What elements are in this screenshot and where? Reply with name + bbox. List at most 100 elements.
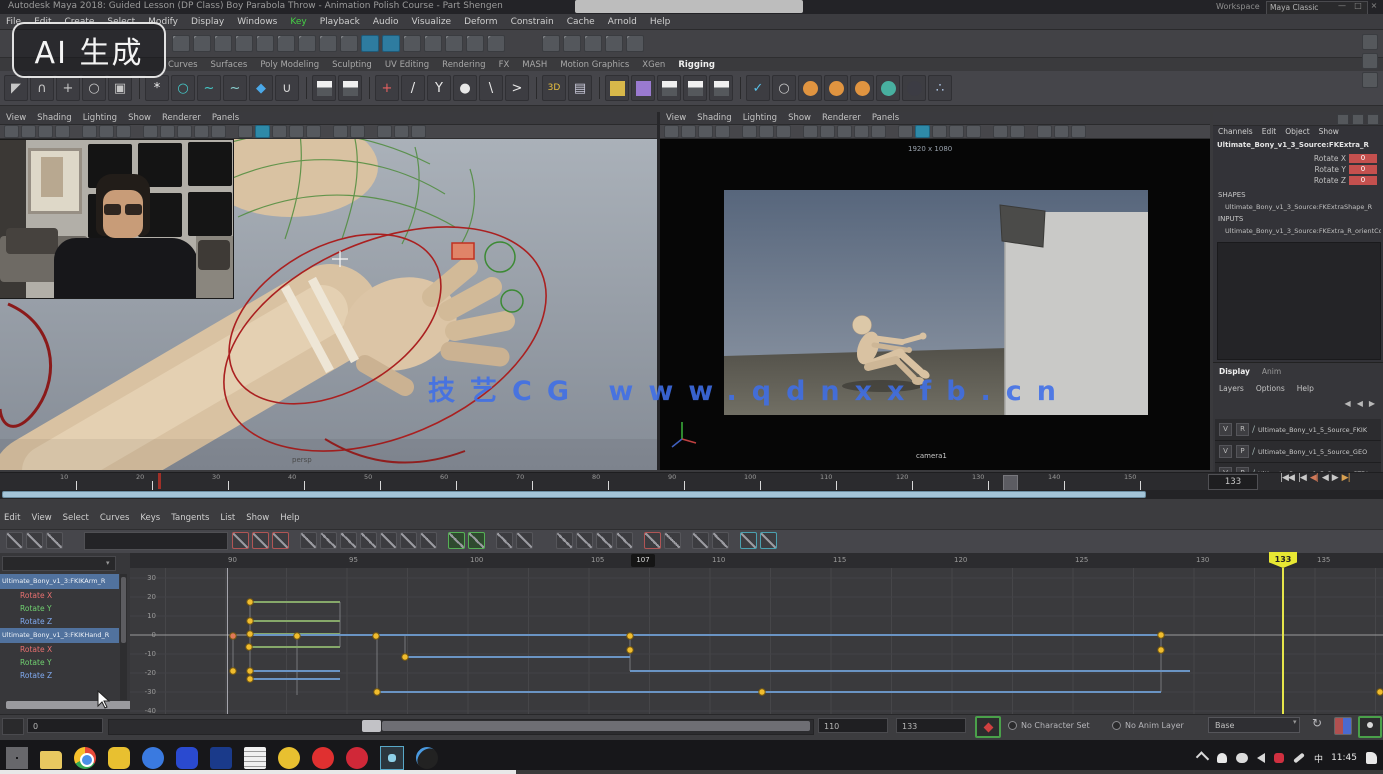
snap-to-view-plane-icon[interactable] — [340, 35, 358, 52]
menu-shading[interactable]: Shading — [697, 113, 732, 123]
grid-icon[interactable] — [803, 125, 818, 138]
menu-fx[interactable]: FX — [499, 60, 510, 70]
ep-curve-icon[interactable]: * — [145, 75, 169, 101]
paint-weights-icon[interactable]: ● — [453, 75, 477, 101]
range-slider-range[interactable] — [382, 721, 810, 731]
2d-pan-zoom-icon[interactable] — [759, 125, 774, 138]
ipr-render-icon[interactable] — [584, 35, 602, 52]
render-current-frame-icon[interactable] — [563, 35, 581, 52]
snap-to-point-icon[interactable] — [298, 35, 316, 52]
isolate-select-icon[interactable] — [1037, 125, 1052, 138]
particles-icon[interactable]: ∴ — [928, 75, 952, 101]
motion-blur-icon[interactable] — [1010, 125, 1025, 138]
layer-type-toggle[interactable]: R — [1236, 423, 1249, 436]
center-view-icon[interactable] — [496, 532, 513, 549]
playback-loop-icon[interactable]: ↻ — [1312, 716, 1322, 730]
taskbar-edge[interactable] — [416, 747, 438, 769]
ge-insert-key-icon[interactable] — [26, 532, 43, 549]
unmute-channel-icon[interactable] — [664, 532, 681, 549]
ramp-material-icon[interactable] — [876, 75, 900, 101]
film-gate-icon[interactable] — [820, 125, 835, 138]
grid-icon[interactable] — [143, 125, 158, 138]
lasso-tool-icon[interactable]: ∩ — [30, 75, 54, 101]
isolate-select-icon[interactable] — [377, 125, 392, 138]
textured-icon[interactable] — [932, 125, 947, 138]
use-all-lights-icon[interactable] — [289, 125, 304, 138]
dope-sheet-icon[interactable] — [556, 532, 573, 549]
graph-editor-vscrollbar-handle[interactable] — [121, 577, 126, 643]
layer-tab-anim[interactable]: Anim — [1262, 367, 1281, 376]
snap-keys-icon[interactable] — [516, 532, 533, 549]
menu-tangents[interactable]: Tangents — [171, 513, 209, 523]
ge-outliner-channel[interactable]: Rotate X — [0, 589, 119, 602]
bind-skin-icon[interactable]: Y — [427, 75, 451, 101]
ge-outliner-object[interactable]: Ultimate_Bony_v1_3:FKIKHand_R — [0, 628, 119, 643]
clamped-tangents-icon[interactable] — [252, 532, 269, 549]
menu-curves[interactable]: Curves — [100, 513, 130, 523]
character-set-radio[interactable] — [1008, 721, 1017, 730]
playback-end-field[interactable]: 110 — [818, 718, 888, 733]
attribute-editor-toggle-icon[interactable] — [1362, 53, 1378, 69]
script-editor-icon[interactable] — [1334, 717, 1352, 735]
graph-editor-current-frame-line[interactable] — [1282, 568, 1284, 714]
panel-options-icon[interactable] — [1367, 114, 1379, 125]
orient-joint-icon[interactable]: > — [505, 75, 529, 101]
taskbar-app-yellow[interactable] — [278, 747, 300, 769]
channel-value-field[interactable]: 0 — [1349, 176, 1377, 185]
channel-box-toggle-icon[interactable] — [1362, 34, 1378, 50]
tray-wechat-icon[interactable] — [1236, 753, 1248, 763]
menu-list[interactable]: List — [220, 513, 235, 523]
input-connections-icon[interactable] — [466, 35, 484, 52]
selection-mask-object-icon[interactable] — [214, 35, 232, 52]
resolution-gate-icon[interactable] — [837, 125, 852, 138]
lambert-material-icon[interactable] — [850, 75, 874, 101]
menu-lighting[interactable]: Lighting — [83, 113, 117, 123]
menu-show[interactable]: Show — [246, 513, 269, 523]
range-row-menu-icon[interactable] — [2, 718, 24, 735]
mirror-joint-icon[interactable]: \ — [479, 75, 503, 101]
menu-show[interactable]: Show — [788, 113, 811, 123]
menu-panels[interactable]: Panels — [212, 113, 239, 123]
layer-visibility-toggle[interactable]: V — [1219, 445, 1232, 458]
graph-editor-time-ruler[interactable]: 9095100105110115120125130135 — [130, 553, 1383, 569]
menu-curves[interactable]: Curves — [168, 60, 198, 70]
graph-editor-curve-area[interactable] — [130, 568, 1383, 714]
selection-mask-hierarchy-icon[interactable] — [193, 35, 211, 52]
blinn-material-icon[interactable] — [824, 75, 848, 101]
tray-clock[interactable]: 11:45 — [1331, 753, 1357, 763]
tool-settings-toggle-icon[interactable] — [1362, 72, 1378, 88]
file-browser-icon[interactable]: ▤ — [568, 75, 592, 101]
create-joint-icon[interactable]: + — [375, 75, 399, 101]
channel-box-menu-object[interactable]: Object — [1285, 127, 1309, 136]
channel-box-menu-edit[interactable]: Edit — [1262, 127, 1277, 136]
layout-two-icon[interactable] — [683, 75, 707, 101]
ambient-occlusion-icon[interactable] — [333, 125, 348, 138]
ge-outliner-channel[interactable]: Rotate X — [0, 643, 119, 656]
menu-select[interactable]: Select — [63, 513, 89, 523]
layer-visibility-toggle[interactable]: V — [1219, 423, 1232, 436]
lock-camera-icon[interactable] — [681, 125, 696, 138]
2d-pan-zoom-icon[interactable] — [99, 125, 114, 138]
ambient-occlusion-icon[interactable] — [993, 125, 1008, 138]
gate-mask-icon[interactable] — [854, 125, 869, 138]
channel-box-menu-channels[interactable]: Channels — [1218, 127, 1253, 136]
layer-tab-display[interactable]: Display — [1219, 367, 1250, 376]
select-tool-icon[interactable]: ◤ — [4, 75, 28, 101]
layer-empty-icon[interactable]: ▶ — [1369, 399, 1375, 408]
ge-outliner-object[interactable]: Ultimate_Bony_v1_3:FKIKArm_R — [0, 574, 119, 589]
tray-note-icon[interactable] — [1366, 752, 1377, 764]
image-plane-icon[interactable] — [82, 125, 97, 138]
camera-attributes-icon[interactable] — [698, 125, 713, 138]
unify-tangents-icon[interactable] — [420, 532, 437, 549]
reflection-icon[interactable] — [445, 35, 463, 52]
graph-editor-filter-arrow-icon[interactable]: ▾ — [106, 559, 110, 567]
menu-lighting[interactable]: Lighting — [743, 113, 777, 123]
menu-mash[interactable]: MASH — [522, 60, 547, 70]
menu-help[interactable]: Help — [280, 513, 299, 523]
menu-windows[interactable]: Windows — [237, 17, 277, 27]
camera-attributes-icon[interactable] — [38, 125, 53, 138]
rotate-tool-icon[interactable]: ○ — [82, 75, 106, 101]
symmetry-icon[interactable] — [403, 35, 421, 52]
tray-pen-icon[interactable] — [1293, 753, 1305, 764]
fixed-tangents-icon[interactable] — [380, 532, 397, 549]
